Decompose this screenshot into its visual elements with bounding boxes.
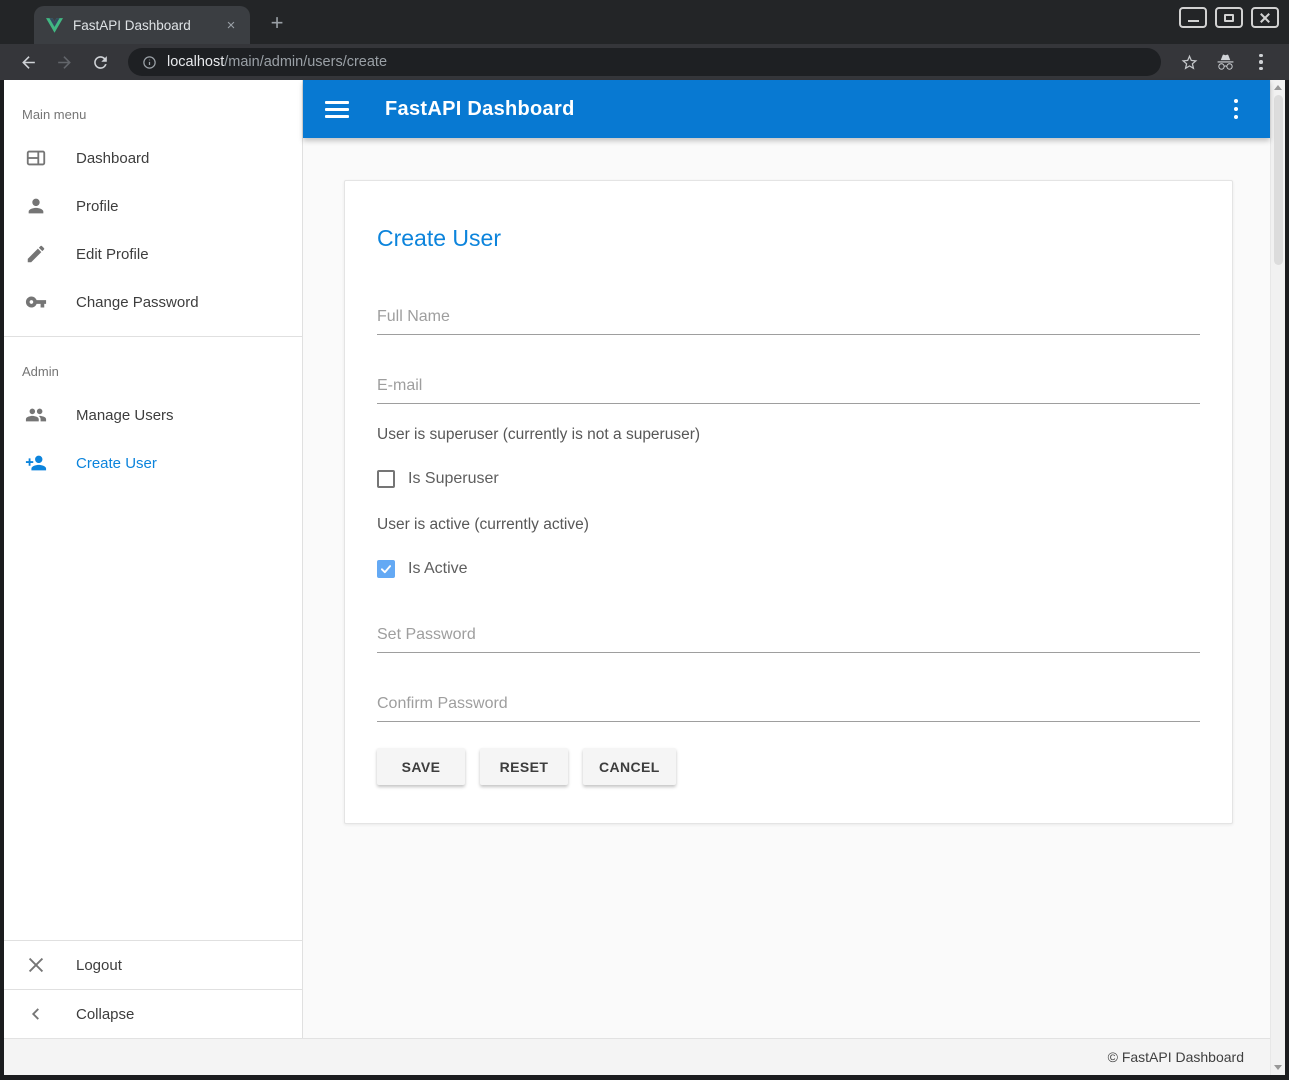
tab-title: FastAPI Dashboard [73,18,222,33]
url-host: localhost [167,54,224,70]
page-viewport: Main menu Dashboard Profile [4,80,1285,1075]
sidebar-item-label: Dashboard [76,150,149,167]
confirm-password-input[interactable] [377,695,1200,721]
window-maximize-button[interactable] [1215,7,1243,28]
save-button[interactable]: SAVE [377,748,465,785]
is-active-checkbox-row[interactable]: Is Active [377,560,1200,578]
confirm-password-field [377,695,1200,722]
scrollbar-up-arrow-icon[interactable] [1274,85,1282,90]
active-note: User is active (currently active) [377,516,1200,534]
main-content: Create User User is superuser (currently… [303,138,1270,1038]
back-button[interactable] [15,49,41,75]
full-name-input[interactable] [377,308,1200,334]
arrow-right-icon [55,53,74,72]
sidebar-item-profile[interactable]: Profile [4,182,302,230]
sidebar-item-label: Change Password [76,294,199,311]
reload-icon [91,53,110,72]
main-area: FastAPI Dashboard Create User [303,80,1270,1038]
sidebar-item-label: Logout [76,957,122,974]
info-icon[interactable] [142,55,157,70]
sidebar-item-edit-profile[interactable]: Edit Profile [4,230,302,278]
maximize-icon [1224,14,1234,22]
hamburger-menu-icon[interactable] [325,101,349,118]
sidebar-item-label: Profile [76,198,119,215]
people-icon [24,403,48,427]
app-menu-button[interactable] [1228,95,1244,123]
set-password-field [377,626,1200,653]
browser-menu-button[interactable] [1248,49,1274,75]
incognito-icon [1216,53,1235,72]
create-user-card: Create User User is superuser (currently… [344,180,1233,824]
app-bar: FastAPI Dashboard [303,80,1270,138]
dashboard-icon [24,146,48,170]
sidebar-item-dashboard[interactable]: Dashboard [4,134,302,182]
browser-toolbar: localhost/main/admin/users/create [0,44,1289,80]
sidebar-item-label: Collapse [76,1006,134,1023]
browser-tab-bar: FastAPI Dashboard × + [0,0,1289,44]
email-input[interactable] [377,377,1200,403]
full-name-field [377,308,1200,335]
window-minimize-button[interactable] [1179,7,1207,28]
logout-x-icon [24,953,48,977]
sidebar-item-manage-users[interactable]: Manage Users [4,391,302,439]
pencil-icon [24,242,48,266]
is-active-label: Is Active [408,560,468,578]
sidebar-item-label: Manage Users [76,407,174,424]
reload-button[interactable] [87,49,113,75]
is-superuser-checkbox-row[interactable]: Is Superuser [377,470,1200,488]
window-controls [1179,7,1279,28]
sidebar-item-logout[interactable]: Logout [4,941,302,989]
sidebar-section-admin: Admin [4,337,302,391]
sidebar-item-create-user[interactable]: Create User [4,439,302,487]
sidebar-item-change-password[interactable]: Change Password [4,278,302,326]
url-path: /main/admin/users/create [224,54,387,70]
copyright-text: © FastAPI Dashboard [1108,1049,1244,1065]
browser-tab[interactable]: FastAPI Dashboard × [34,6,250,44]
bookmark-button[interactable] [1176,49,1202,75]
person-icon [24,194,48,218]
checkbox-checked-icon[interactable] [377,560,395,578]
scrollbar-down-arrow-icon[interactable] [1274,1065,1282,1070]
scrollbar-thumb[interactable] [1274,95,1283,265]
chevron-left-icon [24,1002,48,1026]
star-icon [1180,53,1199,72]
browser-window: FastAPI Dashboard × + localhost/main/adm… [0,0,1289,1080]
arrow-left-icon [19,53,38,72]
cancel-button[interactable]: CANCEL [583,748,676,785]
address-bar[interactable]: localhost/main/admin/users/create [128,48,1161,76]
person-add-icon [24,451,48,475]
new-tab-button[interactable]: + [264,10,290,36]
kebab-menu-icon [1259,54,1263,71]
form-buttons: SAVE RESET CANCEL [377,748,1200,785]
page-title: Create User [377,225,1200,252]
set-password-input[interactable] [377,626,1200,652]
sidebar-item-label: Create User [76,455,157,472]
is-superuser-label: Is Superuser [408,470,499,488]
app-title: FastAPI Dashboard [385,98,575,121]
incognito-indicator [1212,49,1238,75]
vue-logo-icon [46,18,63,33]
sidebar: Main menu Dashboard Profile [4,80,303,1038]
key-icon [24,290,48,314]
sidebar-item-label: Edit Profile [76,246,149,263]
close-icon [1259,12,1271,24]
page-scrollbar[interactable] [1270,80,1285,1075]
minimize-icon [1188,20,1199,22]
url-text: localhost/main/admin/users/create [167,54,387,70]
tab-close-icon[interactable]: × [222,16,240,34]
reset-button[interactable]: RESET [480,748,568,785]
sidebar-section-main-menu: Main menu [4,80,302,134]
checkbox-unchecked-icon[interactable] [377,470,395,488]
sidebar-item-collapse[interactable]: Collapse [4,990,302,1038]
window-close-button[interactable] [1251,7,1279,28]
forward-button[interactable] [51,49,77,75]
page-footer: © FastAPI Dashboard [4,1038,1270,1075]
superuser-note: User is superuser (currently is not a su… [377,426,1200,444]
email-field [377,377,1200,404]
